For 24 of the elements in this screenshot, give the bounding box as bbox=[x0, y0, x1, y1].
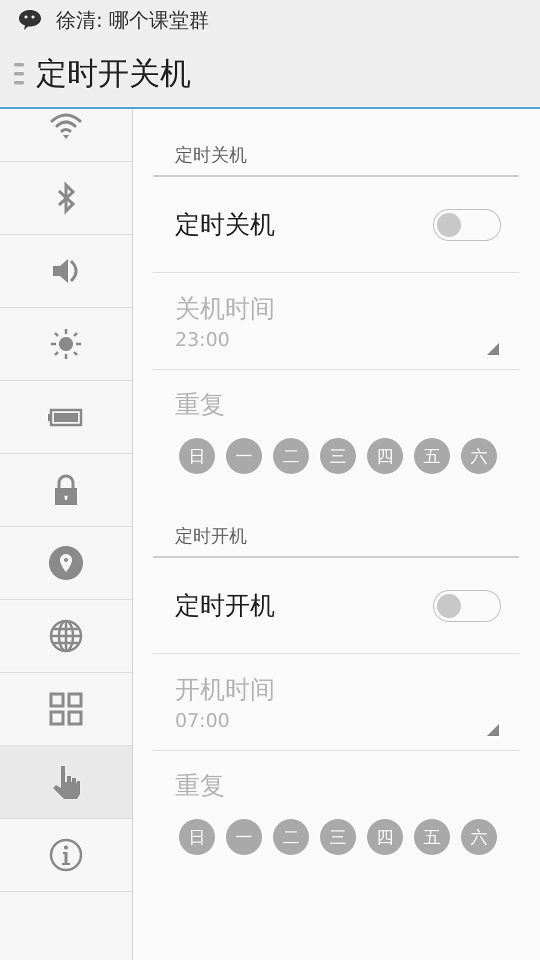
setting-label: 重复 bbox=[175, 389, 226, 421]
setting-label: 定时关机 bbox=[175, 209, 275, 241]
section-header: 定时开机 bbox=[153, 490, 519, 558]
globe-icon bbox=[48, 618, 84, 654]
notification-text: 徐清: 哪个课堂群 bbox=[56, 6, 210, 34]
time-value: 23:00 bbox=[175, 328, 230, 350]
menu-icon[interactable] bbox=[14, 62, 24, 86]
setting-label: 定时开机 bbox=[175, 590, 275, 622]
dropdown-triangle-icon bbox=[487, 724, 499, 736]
grid-icon bbox=[48, 691, 84, 727]
sidebar-item[interactable] bbox=[0, 746, 132, 819]
toggle-switch[interactable] bbox=[433, 208, 501, 240]
dropdown-triangle-icon bbox=[487, 343, 499, 355]
setting-label: 重复 bbox=[175, 770, 226, 802]
info-icon bbox=[48, 837, 84, 873]
page-title: 定时开关机 bbox=[36, 54, 191, 94]
location-pin-icon bbox=[48, 545, 84, 581]
setting-label: 关机时间 bbox=[175, 292, 275, 324]
setting-label: 开机时间 bbox=[175, 674, 275, 706]
section-header: 定时关机 bbox=[153, 109, 519, 177]
sun-icon bbox=[48, 326, 84, 362]
time-value: 07:00 bbox=[175, 710, 230, 732]
toggle-switch[interactable] bbox=[433, 590, 501, 622]
chat-icon bbox=[18, 9, 42, 31]
